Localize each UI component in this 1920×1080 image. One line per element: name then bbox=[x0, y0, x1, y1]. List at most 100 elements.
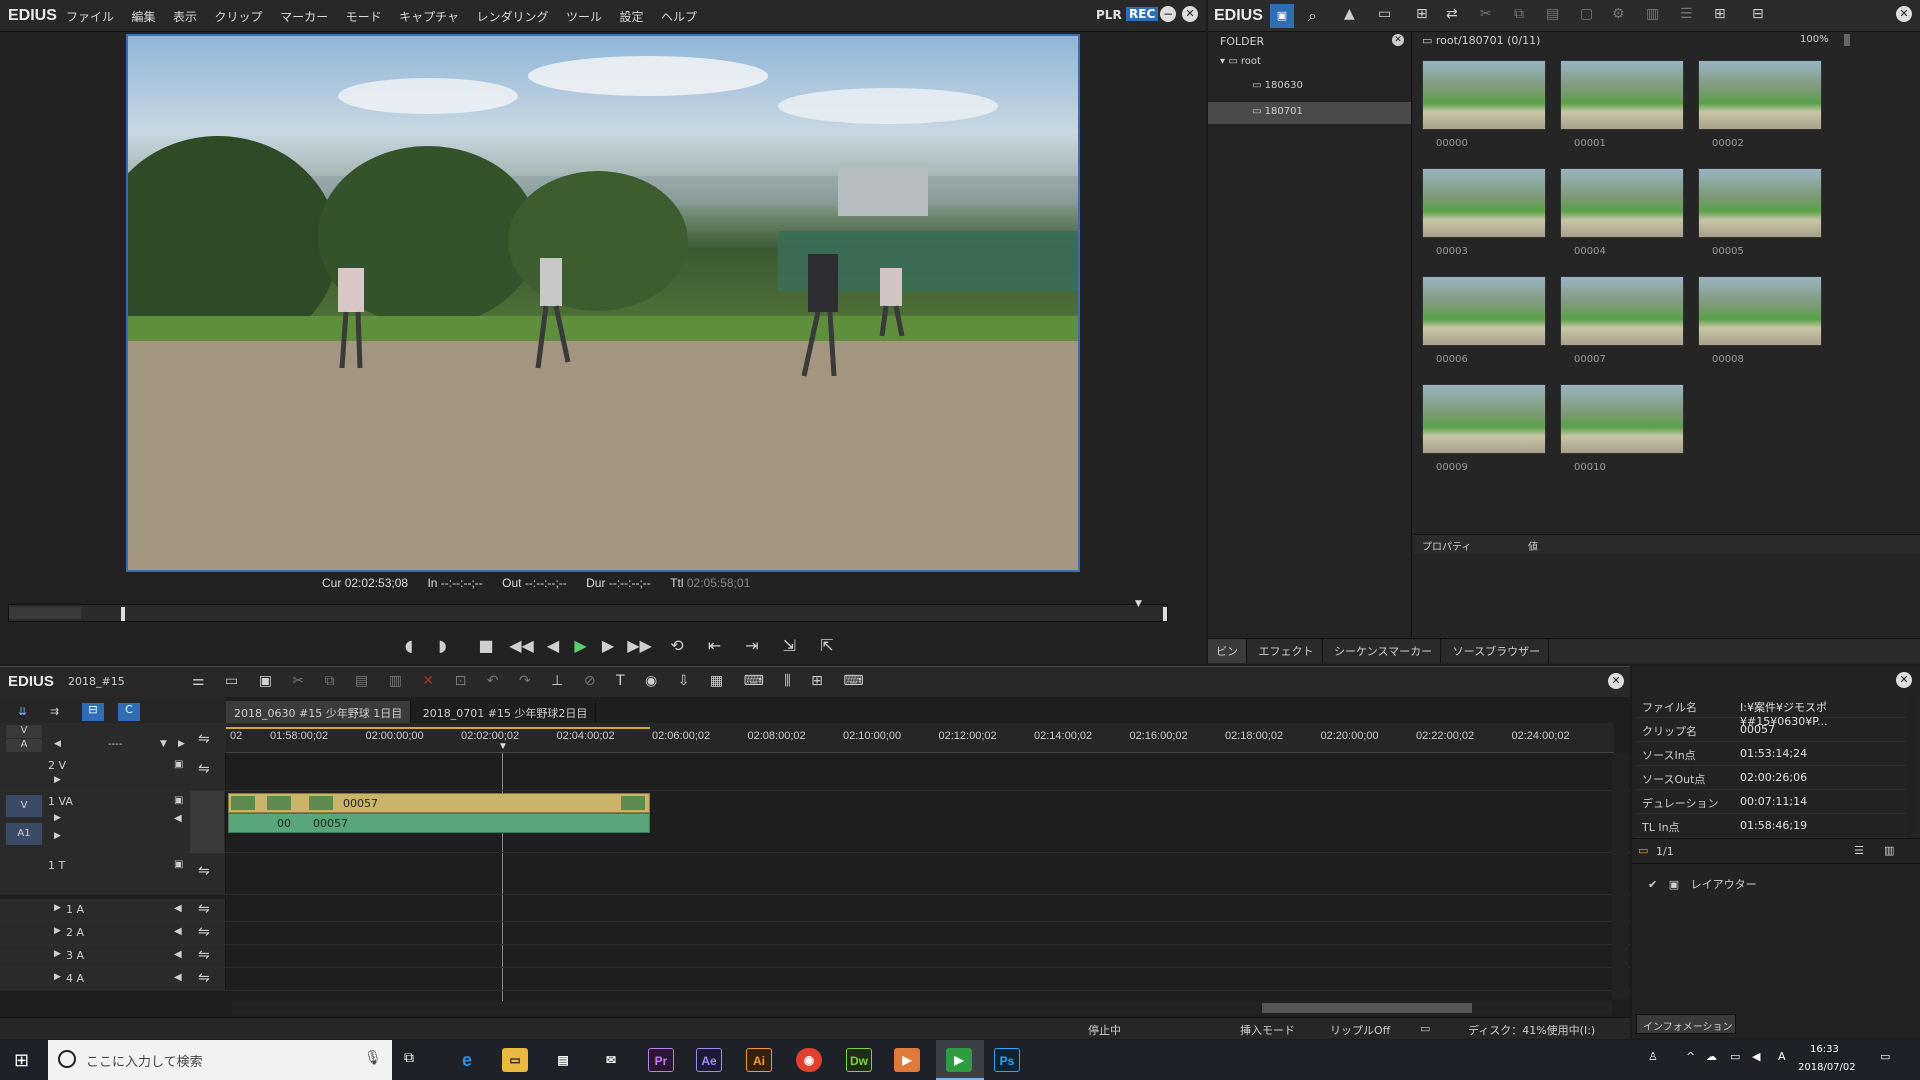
undo-icon[interactable]: ↶ bbox=[487, 673, 499, 689]
audio-patch[interactable]: A1 bbox=[6, 823, 42, 845]
clip-thumb-00005[interactable] bbox=[1698, 168, 1822, 238]
ripple-delete-icon[interactable]: ⊡ bbox=[455, 673, 467, 689]
menu-capture[interactable]: キャプチャ bbox=[399, 8, 459, 25]
sync-icon[interactable]: ⇋ bbox=[198, 924, 210, 940]
layer-item[interactable]: ✔ ▣ レイアウター bbox=[1648, 876, 1757, 892]
sync-icon[interactable]: ⇋ bbox=[198, 970, 210, 986]
clip-thumb-00001[interactable] bbox=[1560, 60, 1684, 130]
horizontal-scrollbar[interactable] bbox=[232, 1001, 1612, 1015]
list-view-icon[interactable]: ☰ bbox=[1680, 6, 1693, 22]
menu-view[interactable]: 表示 bbox=[173, 8, 197, 25]
dreamweaver-icon[interactable]: Dw bbox=[846, 1048, 872, 1072]
video-mute-icon[interactable]: ▣ bbox=[174, 795, 183, 806]
edius-taskbar-button[interactable]: ▶ bbox=[936, 1040, 984, 1080]
timeline-close-icon[interactable]: ✕ bbox=[1608, 673, 1624, 689]
menu-render[interactable]: レンダリング bbox=[476, 8, 548, 25]
explorer-icon[interactable]: ▭ bbox=[502, 1048, 528, 1072]
microphone-icon[interactable]: 🎙 bbox=[364, 1050, 382, 1066]
link-mode-icon[interactable]: ⊟ bbox=[82, 703, 104, 721]
search-icon[interactable]: ⌕ bbox=[1308, 6, 1317, 26]
zoom-slider[interactable] bbox=[1844, 34, 1850, 46]
close-icon[interactable]: ✕ bbox=[1182, 6, 1198, 22]
sync-icon[interactable]: ⇋ bbox=[198, 863, 210, 879]
menu-mode[interactable]: モード bbox=[346, 8, 382, 25]
tab-bin[interactable]: ビン bbox=[1208, 639, 1247, 663]
copy-icon[interactable]: ⧉ bbox=[1514, 6, 1524, 22]
tab-information[interactable]: インフォメーション bbox=[1636, 1014, 1736, 1034]
clip-thumb-00002[interactable] bbox=[1698, 60, 1822, 130]
mixer-icon[interactable]: ⫼ bbox=[784, 673, 790, 689]
clip-thumb-00003[interactable] bbox=[1422, 168, 1546, 238]
sync-mode-icon[interactable]: ⇊ bbox=[18, 705, 27, 718]
ripple-mode-icon[interactable]: C bbox=[118, 703, 140, 721]
cut-icon[interactable]: ✂ bbox=[1480, 6, 1492, 22]
play-icon[interactable]: ▶ bbox=[568, 636, 594, 655]
sync-icon[interactable]: ⇋ bbox=[198, 901, 210, 917]
notification-icon[interactable]: ▭ bbox=[1880, 1050, 1890, 1063]
playhead-marker[interactable]: ▼ bbox=[1135, 599, 1142, 609]
search-box[interactable]: ここに入力して検索 🎙 bbox=[48, 1040, 392, 1080]
stop-icon[interactable]: ■ bbox=[471, 636, 501, 655]
folder-view-icon[interactable]: ▣ bbox=[1270, 4, 1294, 28]
tree-folder-180630[interactable]: ▭ 180630 bbox=[1252, 80, 1303, 91]
sync-icon[interactable]: ⇋ bbox=[198, 731, 210, 747]
redo-icon[interactable]: ↷ bbox=[519, 673, 531, 689]
audio-select[interactable]: A bbox=[6, 739, 42, 752]
cloud-icon[interactable]: ☁ bbox=[1706, 1050, 1717, 1063]
layer-list-icon[interactable]: ☰ bbox=[1854, 844, 1864, 857]
sync-icon[interactable]: ⇋ bbox=[198, 947, 210, 963]
up-folder-icon[interactable]: ▲ bbox=[1344, 6, 1355, 22]
show-player-icon[interactable]: ▢ bbox=[1580, 6, 1593, 22]
sync-icon[interactable]: ⇋ bbox=[198, 761, 210, 777]
title-mute-icon[interactable]: ▣ bbox=[174, 859, 183, 870]
step-forward-icon[interactable]: ▶ bbox=[597, 636, 619, 655]
video-select[interactable]: V bbox=[6, 725, 42, 738]
folder-close-icon[interactable]: ✕ bbox=[1392, 34, 1404, 46]
people-icon[interactable]: ♙ bbox=[1648, 1050, 1658, 1063]
bin-close-icon[interactable]: ✕ bbox=[1896, 6, 1912, 22]
video-mute-icon[interactable]: ▣ bbox=[174, 759, 183, 770]
playhead-icon[interactable]: ▼ bbox=[498, 741, 508, 752]
tab-source-browser[interactable]: ソースブラウザー bbox=[1445, 639, 1550, 663]
tree-root[interactable]: ▾ ▭ root bbox=[1220, 56, 1261, 67]
audio-mute-icon[interactable]: ◀ bbox=[174, 813, 182, 824]
paste-icon[interactable]: ▤ bbox=[355, 673, 368, 689]
delete-icon[interactable]: ▥ bbox=[1646, 6, 1659, 22]
copy-icon[interactable]: ⧉ bbox=[325, 673, 335, 689]
sequence-menu-icon[interactable]: ⚌ bbox=[192, 673, 205, 689]
scrub-bar[interactable]: ▼ bbox=[8, 599, 1168, 622]
open-folder-icon[interactable]: ▭ bbox=[1378, 6, 1391, 22]
scroll-thumb[interactable] bbox=[1262, 1003, 1472, 1013]
clip-thumb-00008[interactable] bbox=[1698, 276, 1822, 346]
tab-sequence-marker[interactable]: シーケンスマーカー bbox=[1326, 639, 1442, 663]
track-select[interactable]: ---- bbox=[108, 739, 122, 750]
split-icon[interactable]: ⊘ bbox=[584, 673, 596, 689]
expand-icon[interactable]: ▶ bbox=[54, 949, 61, 959]
clip-thumb-00007[interactable] bbox=[1560, 276, 1684, 346]
export-icon[interactable]: ⇲ bbox=[773, 636, 807, 655]
minimize-icon[interactable]: − bbox=[1160, 6, 1176, 22]
output-icon[interactable]: ⇱ bbox=[810, 636, 844, 655]
after-effects-icon[interactable]: Ae bbox=[696, 1048, 722, 1072]
expand-icon[interactable]: ▾ bbox=[1220, 56, 1225, 67]
plr-button[interactable]: PLR bbox=[1096, 8, 1122, 22]
expand-icon[interactable]: ▶ bbox=[54, 926, 61, 936]
cut-icon[interactable]: ✂ bbox=[292, 673, 304, 689]
volume-icon[interactable]: ◀ bbox=[1752, 1050, 1760, 1063]
clip-thumb-00000[interactable] bbox=[1422, 60, 1546, 130]
tray-expand-icon[interactable]: ^ bbox=[1686, 1050, 1695, 1063]
open-project-icon[interactable]: ▭ bbox=[225, 673, 238, 689]
fast-forward-icon[interactable]: ▶▶ bbox=[623, 636, 657, 655]
snapshot-icon[interactable]: ◉ bbox=[645, 673, 657, 689]
task-view-icon[interactable]: ⧉ bbox=[404, 1050, 414, 1066]
expand-icon[interactable]: ▶ bbox=[54, 831, 61, 841]
expand-icon[interactable]: ▶ bbox=[54, 775, 61, 785]
audio-mute-icon[interactable]: ◀ bbox=[174, 972, 182, 983]
render-icon[interactable]: ▦ bbox=[710, 673, 723, 689]
set-out-icon[interactable]: ◗ bbox=[428, 636, 458, 655]
properties-icon[interactable]: ⚙ bbox=[1612, 6, 1625, 22]
audio-mute-icon[interactable]: ◀ bbox=[174, 926, 182, 937]
clock-time[interactable]: 16:33 bbox=[1810, 1044, 1839, 1055]
ime-indicator[interactable]: A bbox=[1778, 1050, 1786, 1063]
settings-icon[interactable]: ⌨ bbox=[843, 673, 863, 689]
